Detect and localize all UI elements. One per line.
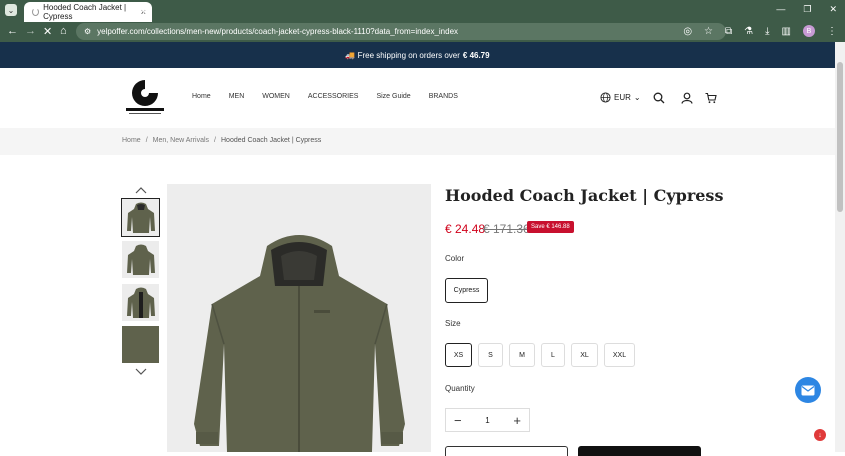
quantity-increase-button[interactable]: + bbox=[513, 413, 521, 428]
extensions-icon[interactable]: ⧉ bbox=[725, 26, 732, 37]
product-thumbnail[interactable] bbox=[122, 326, 159, 363]
promo-amount: € 46.79 bbox=[462, 50, 490, 60]
stop-loading-icon[interactable]: ✕ bbox=[43, 25, 52, 38]
url-text: yelpoffer.com/collections/men-new/produc… bbox=[97, 27, 459, 36]
eye-off-icon[interactable]: ◎ bbox=[683, 26, 692, 37]
back-icon[interactable]: ← bbox=[7, 25, 18, 37]
nav-women[interactable]: WOMEN bbox=[262, 93, 290, 100]
tab-search-button[interactable]: ⌄ bbox=[5, 4, 17, 16]
loading-spinner-icon bbox=[32, 8, 40, 16]
breadcrumb-section[interactable]: Men, New Arrivals bbox=[153, 137, 209, 144]
size-option-m[interactable]: M bbox=[509, 343, 535, 367]
browser-tab-strip: ⌄ Hooded Coach Jacket | Cypress × + — ❐ … bbox=[0, 0, 845, 22]
sale-price: € 24.48 bbox=[445, 222, 486, 236]
color-option-cypress[interactable]: Cypress bbox=[445, 278, 488, 303]
menu-icon[interactable]: ⋮ bbox=[827, 26, 837, 37]
nav-brands[interactable]: BRANDS bbox=[429, 93, 458, 100]
size-option-s[interactable]: S bbox=[478, 343, 503, 367]
buy-now-button[interactable] bbox=[578, 446, 701, 456]
compare-price: € 171.36 bbox=[483, 222, 530, 236]
main-navigation: Home MEN WOMEN ACCESSORIES Size Guide BR… bbox=[192, 93, 476, 100]
truck-icon: 🚚 bbox=[345, 50, 356, 60]
labs-icon[interactable]: ⚗ bbox=[744, 26, 753, 37]
currency-label: EUR bbox=[614, 93, 631, 102]
nav-men[interactable]: MEN bbox=[229, 93, 245, 100]
breadcrumb-current: Hooded Coach Jacket | Cypress bbox=[221, 137, 322, 144]
page-scrollbar[interactable] bbox=[835, 42, 845, 452]
breadcrumb-separator: / bbox=[214, 137, 216, 144]
quantity-value[interactable]: 1 bbox=[485, 416, 489, 425]
account-icon[interactable] bbox=[681, 92, 693, 104]
forward-icon[interactable]: → bbox=[25, 25, 36, 37]
size-option-xxl[interactable]: XXL bbox=[604, 343, 635, 367]
nav-accessories[interactable]: ACCESSORIES bbox=[308, 93, 359, 100]
thumbnail-up-arrow-icon[interactable] bbox=[134, 185, 148, 195]
free-shipping-banner: 🚚 Free shipping on orders over € 46.79 bbox=[0, 42, 835, 68]
notification-badge-icon[interactable]: ↓ bbox=[814, 429, 826, 441]
currency-selector[interactable]: EUR ⌄ bbox=[600, 92, 641, 103]
side-panel-icon[interactable]: ▥ bbox=[782, 26, 791, 37]
carhartt-logo[interactable] bbox=[125, 77, 165, 117]
breadcrumb: Home / Men, New Arrivals / Hooded Coach … bbox=[122, 137, 321, 144]
new-tab-button[interactable]: + bbox=[140, 3, 148, 18]
globe-icon bbox=[600, 92, 611, 103]
product-thumbnail[interactable] bbox=[122, 284, 159, 321]
size-option-xs[interactable]: XS bbox=[445, 343, 472, 367]
size-option-xl[interactable]: XL bbox=[571, 343, 598, 367]
window-controls: — ❐ ✕ bbox=[776, 4, 837, 15]
color-label: Color bbox=[445, 254, 465, 263]
scrollbar-thumb[interactable] bbox=[837, 62, 843, 212]
restore-icon[interactable]: ❐ bbox=[803, 4, 811, 15]
tab-title: Hooded Coach Jacket | Cypress bbox=[43, 3, 127, 21]
site-header: Home MEN WOMEN ACCESSORIES Size Guide BR… bbox=[0, 68, 835, 128]
mail-icon bbox=[801, 385, 815, 395]
breadcrumb-bar: Home / Men, New Arrivals / Hooded Coach … bbox=[0, 128, 835, 155]
nav-size-guide[interactable]: Size Guide bbox=[376, 93, 410, 100]
nav-home[interactable]: Home bbox=[192, 93, 211, 100]
close-window-icon[interactable]: ✕ bbox=[829, 4, 837, 15]
thumbnail-down-arrow-icon[interactable] bbox=[134, 367, 148, 377]
product-title: Hooded Coach Jacket | Cypress bbox=[445, 186, 724, 205]
quantity-stepper: − 1 + bbox=[445, 408, 530, 432]
promo-text: Free shipping on orders over bbox=[357, 50, 460, 60]
chevron-down-icon: ⌄ bbox=[633, 93, 641, 102]
breadcrumb-home[interactable]: Home bbox=[122, 137, 141, 144]
save-badge: Save € 146.88 bbox=[527, 221, 574, 233]
site-settings-icon[interactable]: ⚙ bbox=[84, 27, 91, 36]
browser-tab[interactable]: Hooded Coach Jacket | Cypress × bbox=[24, 2, 152, 22]
quantity-label: Quantity bbox=[445, 384, 475, 393]
size-options: XS S M L XL XXL bbox=[445, 343, 635, 367]
add-to-cart-button[interactable] bbox=[445, 446, 568, 456]
search-icon[interactable] bbox=[653, 92, 665, 104]
quantity-decrease-button[interactable]: − bbox=[454, 413, 462, 428]
url-bar[interactable]: ⚙ yelpoffer.com/collections/men-new/prod… bbox=[76, 23, 726, 40]
size-label: Size bbox=[445, 319, 461, 328]
product-main-image[interactable] bbox=[167, 184, 431, 452]
home-icon[interactable]: ⌂ bbox=[60, 25, 67, 37]
cart-icon[interactable] bbox=[705, 92, 717, 104]
breadcrumb-separator: / bbox=[145, 137, 148, 144]
address-bar-row: ← → ✕ ⌂ ⚙ yelpoffer.com/collections/men-… bbox=[0, 22, 845, 42]
toolbar-icons: ◎ ☆ ⧉ ⚗ ⤓ ▥ B ⋮ bbox=[683, 25, 837, 37]
profile-avatar[interactable]: B bbox=[803, 25, 815, 37]
chat-button[interactable] bbox=[795, 377, 821, 403]
downloads-icon[interactable]: ⤓ bbox=[765, 26, 769, 37]
product-thumbnail[interactable] bbox=[121, 198, 160, 237]
minimize-icon[interactable]: — bbox=[776, 4, 785, 15]
bookmark-star-icon[interactable]: ☆ bbox=[704, 26, 713, 37]
product-thumbnail[interactable] bbox=[122, 241, 159, 278]
size-option-l[interactable]: L bbox=[541, 343, 565, 367]
